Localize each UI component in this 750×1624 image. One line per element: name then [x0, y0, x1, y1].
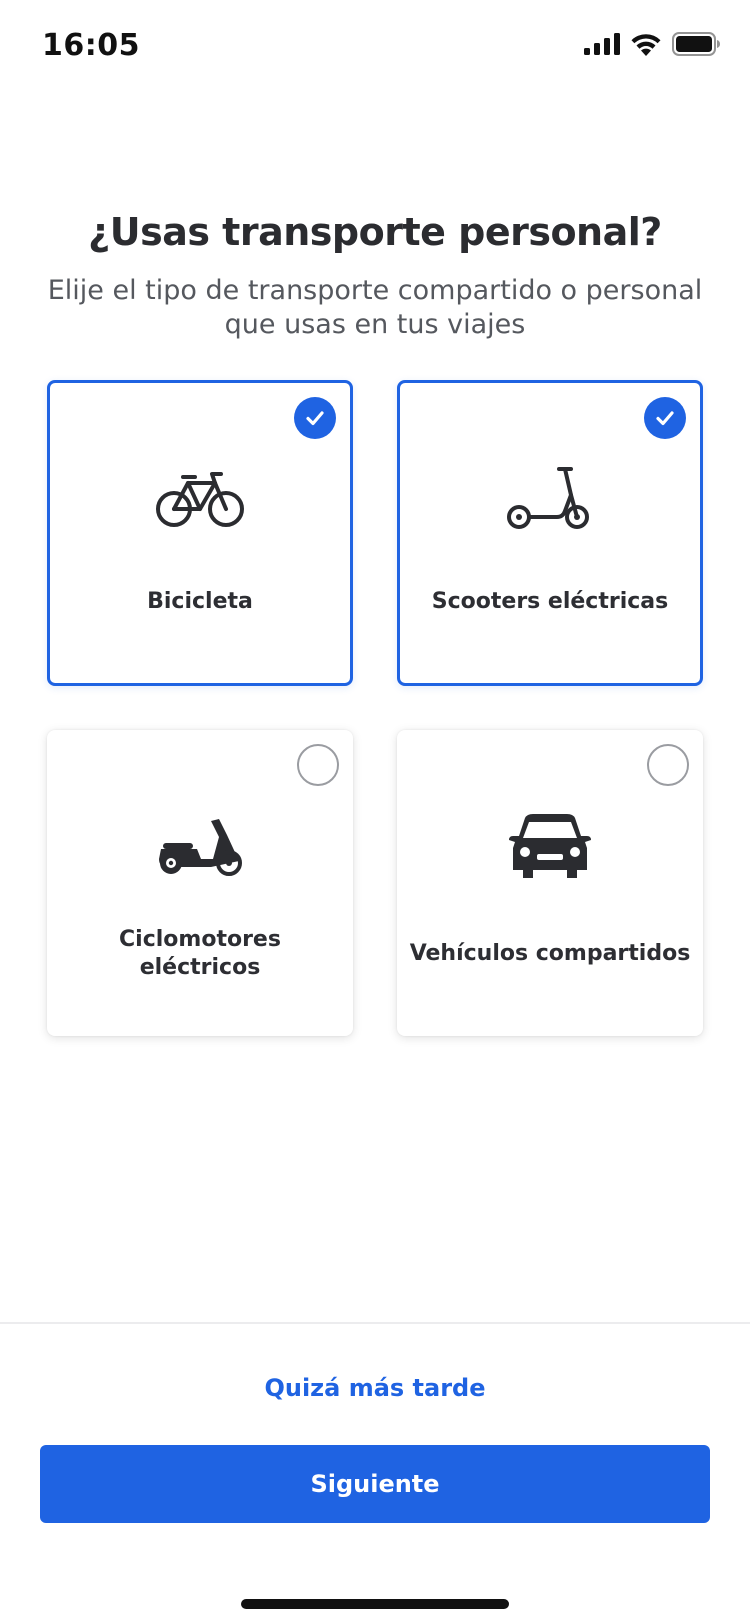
option-label: Ciclomotores eléctricos [119, 927, 281, 980]
option-card-car[interactable]: Vehículos compartidos [397, 730, 703, 1036]
checkmark-icon [306, 411, 324, 426]
battery-icon [672, 32, 720, 56]
status-time: 16:05 [42, 28, 140, 63]
status-bar: 16:05 [0, 0, 750, 94]
kick-scooter-icon [500, 461, 600, 537]
next-button[interactable]: Siguiente [40, 1445, 710, 1523]
checkbox-unchecked[interactable] [647, 744, 689, 786]
transport-options-grid: Bicicleta Scooters eléctricas Ciclomotor… [47, 380, 703, 1036]
option-label: Scooters eléctricas [431, 589, 669, 614]
option-label: Vehículos compartidos [409, 941, 691, 966]
car-icon [500, 808, 600, 884]
subtitle-line-1: Elije el tipo de transporte compartido o… [47, 275, 703, 306]
checkmark-icon [656, 411, 674, 426]
checkbox-unchecked[interactable] [297, 744, 339, 786]
moped-icon [150, 808, 250, 884]
checkbox-checked[interactable] [294, 397, 336, 439]
bicycle-icon [150, 461, 250, 537]
home-indicator [241, 1599, 509, 1609]
option-card-scooter[interactable]: Scooters eléctricas [397, 380, 703, 686]
page-subtitle: Elije el tipo de transporte compartido o… [40, 274, 710, 342]
checkbox-checked[interactable] [644, 397, 686, 439]
divider [0, 1322, 750, 1324]
status-icons [584, 32, 720, 56]
signal-icon [584, 33, 620, 55]
maybe-later-link[interactable]: Quizá más tarde [0, 1374, 750, 1402]
option-label: Bicicleta [147, 589, 253, 614]
page-title: ¿Usas transporte personal? [88, 210, 662, 254]
wifi-icon [630, 32, 662, 56]
option-card-bicycle[interactable]: Bicicleta [47, 380, 353, 686]
option-card-moped[interactable]: Ciclomotores eléctricos [47, 730, 353, 1036]
subtitle-line-2: que usas en tus viajes [224, 309, 526, 340]
